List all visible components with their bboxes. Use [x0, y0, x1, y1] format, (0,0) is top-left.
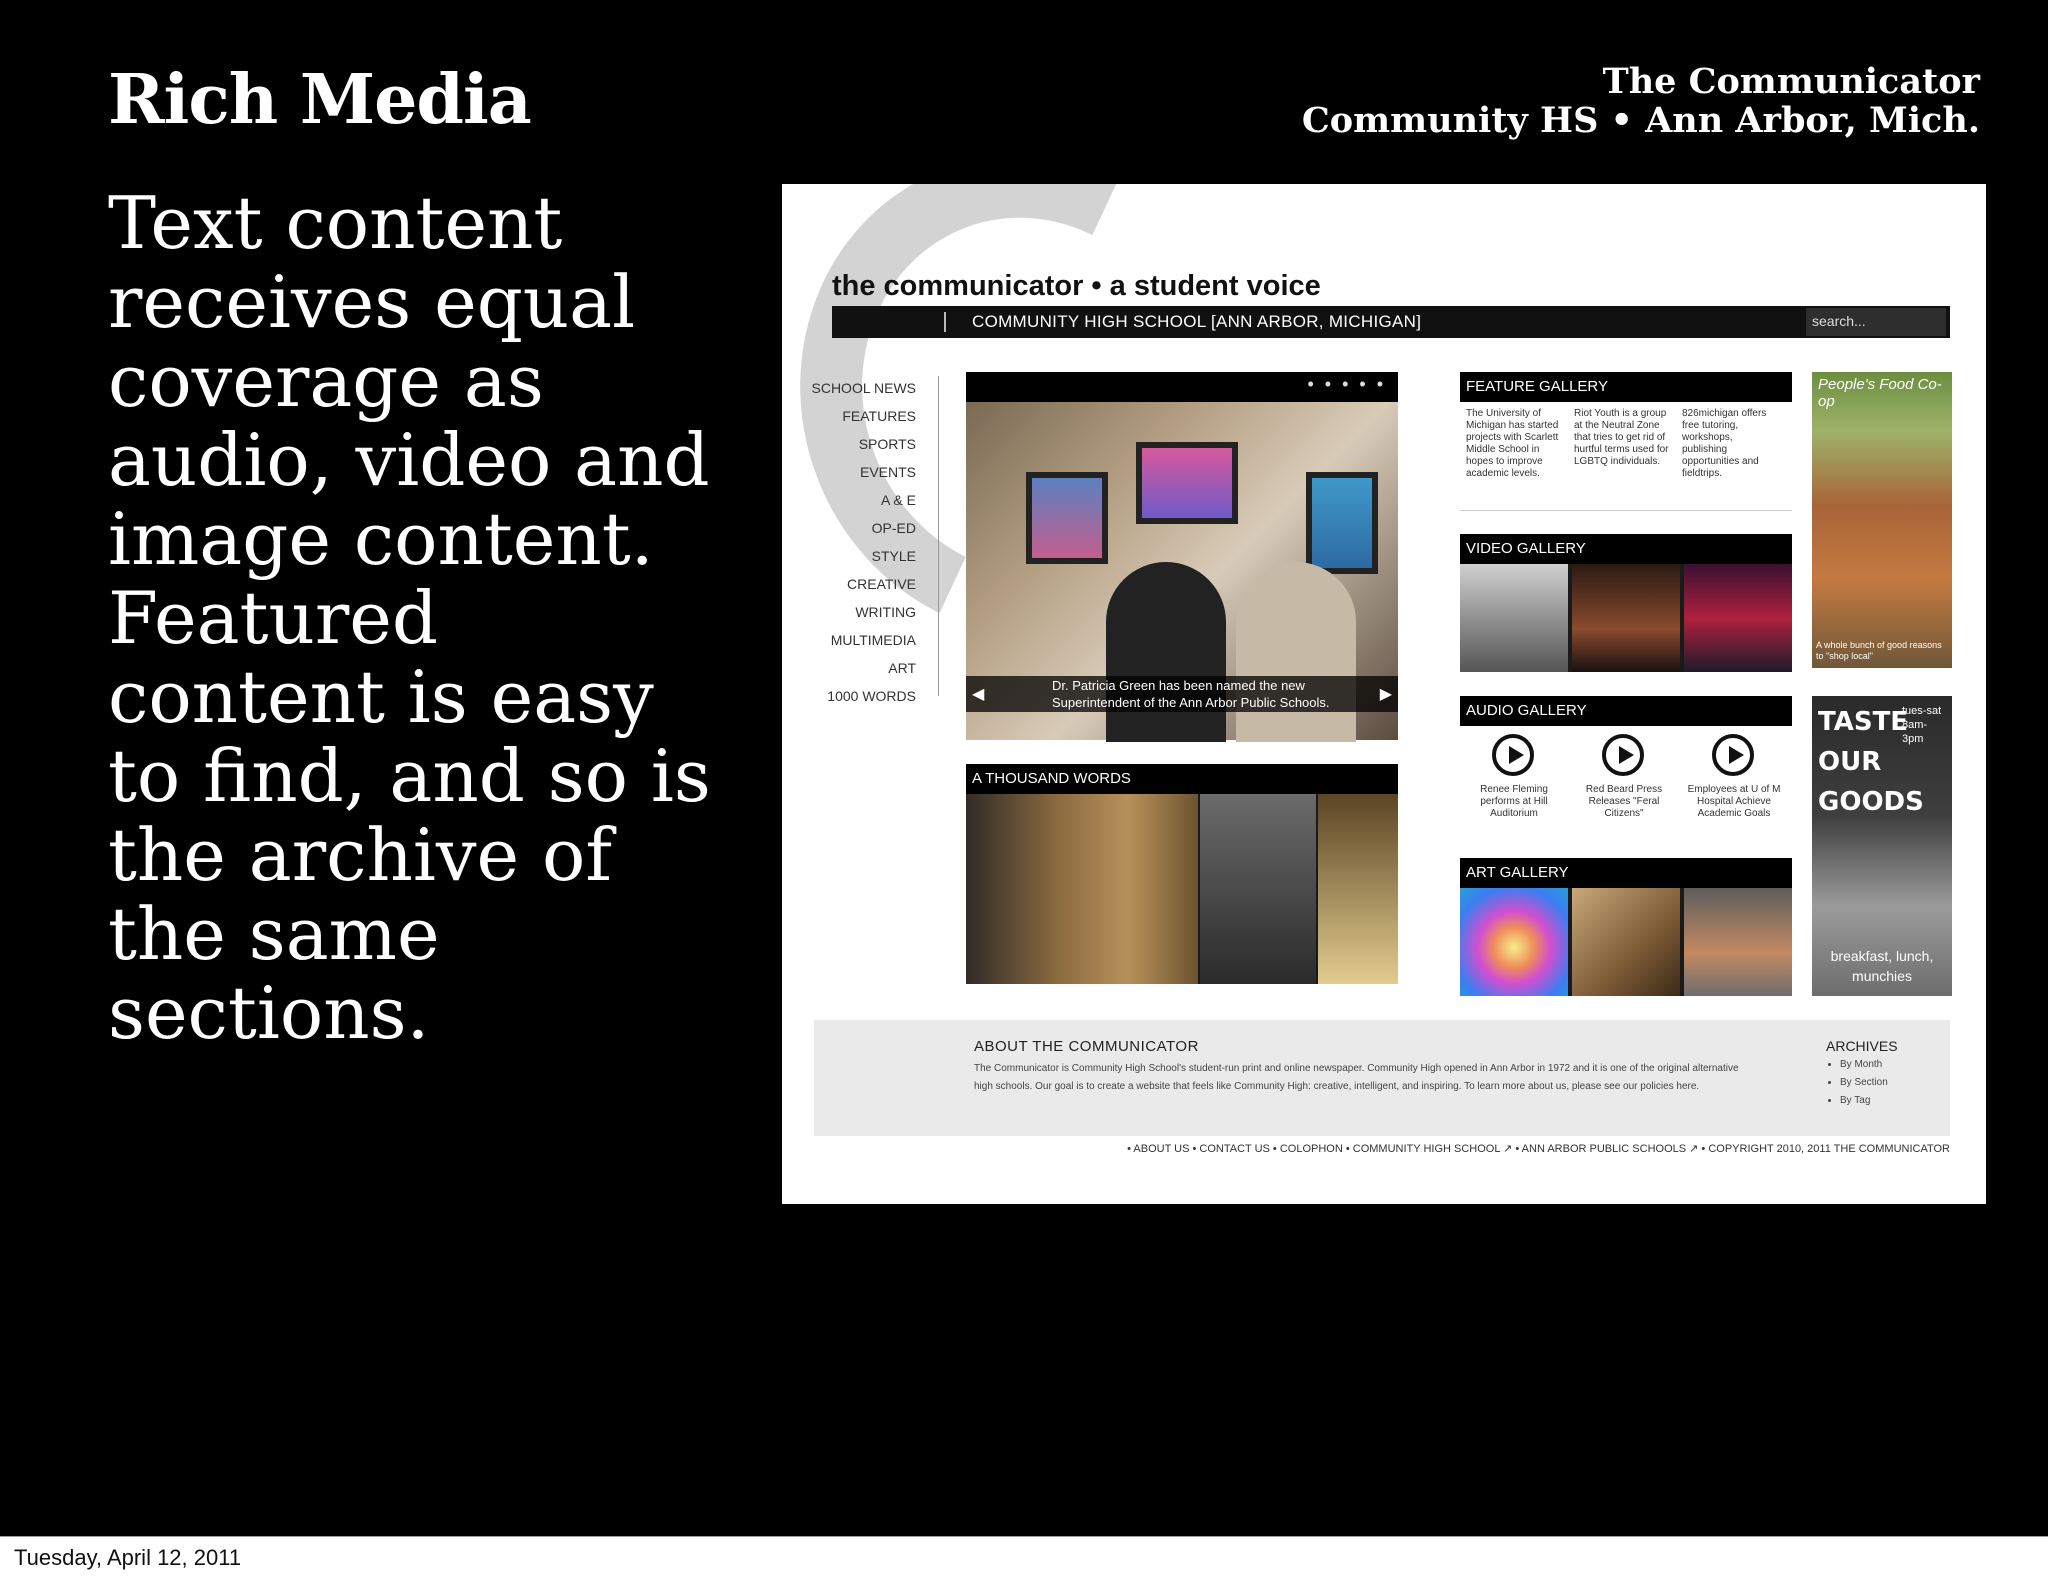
slideshow-bar: • • • • •: [966, 372, 1398, 402]
nav-item-art[interactable]: ART: [792, 654, 916, 682]
person: [1236, 562, 1356, 742]
slide: Rich Media The Communicator Community HS…: [0, 0, 2048, 1536]
nav-item-style[interactable]: STYLE: [792, 542, 916, 570]
thumbnail[interactable]: [966, 794, 1198, 984]
section-nav: SCHOOL NEWS FEATURES SPORTS EVENTS A & E…: [792, 374, 917, 710]
nav-item-creative[interactable]: CREATIVE: [792, 570, 916, 598]
feature-item[interactable]: The University of Michigan has started p…: [1466, 408, 1564, 480]
publication-name: The Communicator: [1602, 61, 1980, 102]
coop-ad-caption: A whole bunch of good reasons to "shop l…: [1816, 640, 1942, 661]
video-thumbnail[interactable]: [1460, 564, 1568, 672]
about-text: The Communicator is Community High Schoo…: [974, 1063, 1739, 1092]
nav-item-1000-words[interactable]: 1000 WORDS: [792, 682, 916, 710]
painting: [1306, 472, 1378, 574]
nav-item-sports[interactable]: SPORTS: [792, 430, 916, 458]
nav-item-features[interactable]: FEATURES: [792, 402, 916, 430]
school-name: COMMUNITY HIGH SCHOOL [ANN ARBOR, MICHIG…: [972, 312, 1422, 331]
slide-body-text: Text content receives equal coverage as …: [108, 181, 711, 1055]
thousand-words-panel: A THOUSAND WORDS: [966, 764, 1398, 984]
search-placeholder: search...: [1812, 313, 1866, 329]
site-footer[interactable]: • ABOUT US • CONTACT US • COLOPHON • COM…: [782, 1142, 1950, 1155]
play-icon[interactable]: [1602, 734, 1644, 776]
audio-item[interactable]: Employees at U of M Hospital Achieve Aca…: [1682, 784, 1786, 820]
slide-title: Rich Media: [108, 60, 532, 140]
coop-ad[interactable]: People's Food Co-op A whole bunch of goo…: [1812, 372, 1952, 668]
taste-our-goods-ad[interactable]: TASTE OUR GOODS tues-sat 8am-3pm breakfa…: [1812, 696, 1952, 996]
art-gallery-panel: ART GALLERY: [1460, 858, 1792, 996]
person: [1106, 562, 1226, 742]
search-input[interactable]: search...: [1806, 308, 1946, 336]
website-screenshot: the communicator • a student voice COMMU…: [782, 184, 1986, 1204]
status-date: Tuesday, April 12, 2011: [14, 1545, 242, 1570]
slideshow-dots[interactable]: • • • • •: [1307, 374, 1386, 395]
archive-link-tag[interactable]: By Tag: [1840, 1092, 1888, 1110]
video-thumbnail[interactable]: [1572, 564, 1680, 672]
audio-gallery-title[interactable]: AUDIO GALLERY: [1460, 696, 1792, 726]
archive-link-section[interactable]: By Section: [1840, 1074, 1888, 1092]
nav-item-events[interactable]: EVENTS: [792, 458, 916, 486]
painting: [1026, 472, 1108, 564]
play-icon[interactable]: [1712, 734, 1754, 776]
feature-gallery-panel: FEATURE GALLERY The University of Michig…: [1460, 372, 1792, 511]
status-bar: Tuesday, April 12, 2011: [0, 1536, 2048, 1577]
art-thumbnail[interactable]: [1460, 888, 1568, 996]
audio-item[interactable]: Renee Fleming performs at Hill Auditoriu…: [1462, 784, 1566, 820]
nav-item-ae[interactable]: A & E: [792, 486, 916, 514]
play-icon[interactable]: [1492, 734, 1534, 776]
archives-list: By Month By Section By Tag: [1826, 1056, 1888, 1110]
taste-ad-footer: breakfast, lunch, munchies: [1830, 948, 1934, 984]
about-section: ABOUT THE COMMUNICATOR The Communicator …: [814, 1020, 1950, 1136]
caption-text[interactable]: Dr. Patricia Green has been named the ne…: [1052, 677, 1384, 711]
video-thumbnail[interactable]: [1684, 564, 1792, 672]
divider: [944, 312, 946, 332]
feature-item[interactable]: Riot Youth is a group at the Neutral Zon…: [1574, 408, 1672, 468]
nav-item-writing[interactable]: WRITING: [792, 598, 916, 626]
publication-location: Community HS • Ann Arbor, Mich.: [1301, 100, 1980, 141]
thumbnail[interactable]: [1318, 794, 1398, 984]
archive-link-month[interactable]: By Month: [1840, 1056, 1888, 1074]
nav-item-multimedia[interactable]: MULTIMEDIA: [792, 626, 916, 654]
about-title: ABOUT THE COMMUNICATOR: [974, 1038, 1199, 1055]
site-title[interactable]: the communicator • a student voice: [832, 270, 1321, 303]
featured-slideshow[interactable]: • • • • • Dr. Patricia Green has been na…: [966, 372, 1398, 742]
audio-gallery-panel: AUDIO GALLERY Renee Fleming performs at …: [1460, 696, 1792, 834]
thousand-words-title[interactable]: A THOUSAND WORDS: [966, 764, 1398, 794]
art-gallery-title[interactable]: ART GALLERY: [1460, 858, 1792, 888]
painting: [1136, 442, 1238, 524]
nav-item-school-news[interactable]: SCHOOL NEWS: [792, 374, 917, 402]
publication-info: The Communicator Community HS • Ann Arbo…: [1302, 62, 1980, 140]
feature-gallery-title[interactable]: FEATURE GALLERY: [1460, 372, 1792, 402]
nav-item-op-ed[interactable]: OP-ED: [792, 514, 916, 542]
taste-ad-hours: tues-sat 8am-3pm: [1902, 705, 1942, 745]
art-thumbnail[interactable]: [1572, 888, 1680, 996]
art-thumbnail[interactable]: [1684, 888, 1792, 996]
slideshow-caption: Dr. Patricia Green has been named the ne…: [966, 676, 1398, 712]
coop-ad-title: People's Food Co-op: [1818, 376, 1942, 410]
archives-title: ARCHIVES: [1826, 1038, 1898, 1054]
feature-item[interactable]: 826michigan offers free tutoring, worksh…: [1682, 408, 1780, 480]
video-gallery-title[interactable]: VIDEO GALLERY: [1460, 534, 1792, 564]
next-arrow-icon[interactable]: ▶: [1380, 684, 1392, 704]
nav-divider: [938, 376, 939, 696]
taste-ad-title: TASTE OUR GOODS: [1818, 707, 1924, 817]
video-gallery-panel: VIDEO GALLERY: [1460, 534, 1792, 672]
audio-item[interactable]: Red Beard Press Releases "Feral Citizens…: [1572, 784, 1676, 820]
thumbnail[interactable]: [1200, 794, 1316, 984]
prev-arrow-icon[interactable]: ◀: [972, 684, 984, 704]
site-top-bar: COMMUNITY HIGH SCHOOL [ANN ARBOR, MICHIG…: [832, 306, 1950, 338]
